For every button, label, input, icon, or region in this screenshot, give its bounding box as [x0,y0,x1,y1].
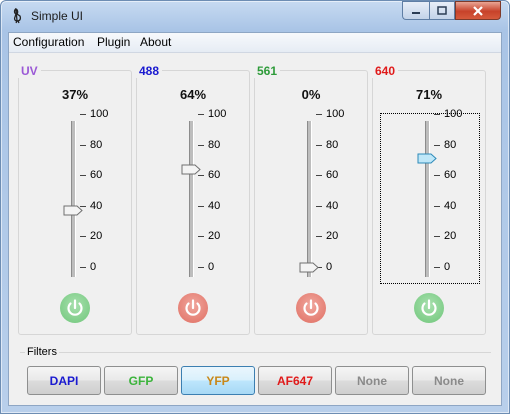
title-bar[interactable]: Simple UI [1,1,509,31]
channel-label: 640 [372,64,399,78]
power-slider-thumb[interactable] [299,262,319,273]
power-icon [185,299,201,316]
slider-tick [198,145,204,146]
laser-panel-640: 640 71% 100 80 60 40 20 0 [372,64,486,335]
power-slider-track[interactable] [307,121,312,277]
power-percent: 64% [179,87,207,102]
laser-panel-488: 488 64% 100 80 60 40 20 0 [136,64,250,335]
filter-button-none-5[interactable]: None [412,366,486,395]
slider-tick [434,206,440,207]
slider-tick [198,267,204,268]
power-slider-track[interactable] [425,121,430,277]
power-icon [67,299,83,316]
app-bird-icon [13,8,22,24]
channel-label: UV [18,64,41,78]
slider-tick-label: 100 [444,108,463,120]
slider-tick-label: 100 [326,108,345,120]
slider-tick [434,267,440,268]
power-slider-thumb[interactable] [417,153,437,164]
slider-tick-label: 0 [208,261,215,273]
power-percent: 37% [61,87,89,102]
slider-tick-label: 20 [90,230,103,242]
slider-tick-label: 40 [444,200,457,212]
filter-button-dapi[interactable]: DAPI [27,366,101,395]
slider-tick-label: 0 [326,261,333,273]
minimize-icon [412,11,420,14]
power-toggle-button[interactable] [178,293,208,323]
slider-tick-label: 80 [326,139,339,151]
focus-rectangle [380,113,480,284]
power-slider-thumb[interactable] [63,205,83,216]
filters-label: Filters [25,346,59,358]
slider-tick-label: 20 [208,230,221,242]
power-percent: 71% [415,87,443,102]
close-icon [473,5,483,16]
slider-tick [316,236,322,237]
slider-tick-label: 0 [444,261,451,273]
slider-tick [198,114,204,115]
slider-tick-label: 40 [326,200,339,212]
slider-tick-label: 80 [444,139,457,151]
slider-tick [198,206,204,207]
slider-tick-label: 20 [444,230,457,242]
slider-tick [434,145,440,146]
slider-tick [434,114,440,115]
slider-tick [316,145,322,146]
power-slider-thumb[interactable] [181,164,201,175]
filter-button-gfp[interactable]: GFP [104,366,178,395]
power-toggle-button[interactable] [414,293,444,323]
filter-button-af647[interactable]: AF647 [258,366,332,395]
slider-tick [316,206,322,207]
menu-configuration[interactable]: Configuration [13,35,84,49]
app-window: Simple UI Configuration Plugin About UV 3… [0,0,510,414]
slider-tick [80,267,86,268]
slider-tick-label: 60 [326,169,339,181]
slider-tick-label: 60 [444,169,457,181]
power-slider-track[interactable] [71,121,76,277]
power-percent: 0% [301,87,321,102]
slider-tick-label: 80 [208,139,221,151]
slider-tick [198,175,204,176]
slider-tick-label: 80 [90,139,103,151]
slider-tick [80,236,86,237]
slider-tick-label: 100 [90,108,109,120]
slider-tick [80,114,86,115]
filter-button-none-4[interactable]: None [335,366,409,395]
slider-tick [316,114,322,115]
minimize-button[interactable] [402,1,429,20]
slider-tick-label: 0 [90,261,97,273]
slider-tick-label: 60 [90,169,103,181]
window-title: Simple UI [31,9,84,23]
maximize-icon [437,5,447,15]
power-slider-track[interactable] [189,121,194,277]
menu-bar: Configuration Plugin About [9,33,501,53]
close-button[interactable] [455,1,501,20]
filter-button-yfp[interactable]: YFP [181,366,255,395]
slider-tick-label: 20 [326,230,339,242]
slider-tick [198,236,204,237]
power-toggle-button[interactable] [296,293,326,323]
slider-tick-label: 40 [90,200,103,212]
laser-panel-561: 561 0% 100 80 60 40 20 0 [254,64,368,335]
power-toggle-button[interactable] [60,293,90,323]
slider-tick-label: 100 [208,108,227,120]
client-area: Configuration Plugin About UV 37% 100 80 60 4… [8,32,502,406]
slider-tick-label: 60 [208,169,221,181]
slider-tick-label: 40 [208,200,221,212]
slider-tick [434,175,440,176]
maximize-button[interactable] [429,1,455,20]
slider-tick [434,236,440,237]
menu-plugin[interactable]: Plugin [97,35,130,49]
laser-panel-uv: UV 37% 100 80 60 40 20 0 [18,64,132,335]
channel-label: 561 [254,64,281,78]
slider-tick [80,145,86,146]
menu-about[interactable]: About [140,35,171,49]
power-icon [421,299,437,316]
slider-tick [316,175,322,176]
channel-label: 488 [136,64,163,78]
power-icon [303,299,319,316]
slider-tick [80,175,86,176]
